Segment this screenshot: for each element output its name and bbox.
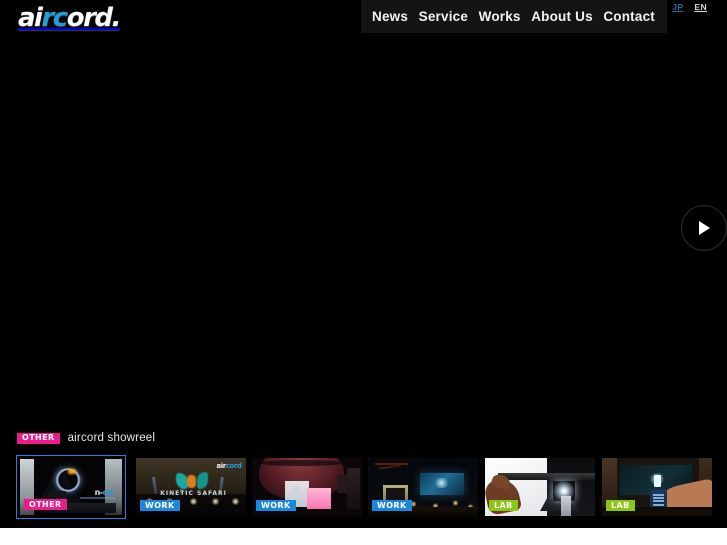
thumbnail-carousel[interactable]: n-od OTHER KINETIC SAFARI aircord WORK W… bbox=[0, 453, 727, 523]
site-logo[interactable]: aircord. bbox=[18, 3, 122, 33]
page-root: aircord. News Service Works About Us Con… bbox=[0, 0, 727, 545]
main-navigation: News Service Works About Us Contact bbox=[361, 0, 667, 33]
hero-video-frame bbox=[0, 33, 727, 425]
thumbnail-art-logo-2: aircord bbox=[216, 462, 242, 471]
current-item-caption: OTHER aircord showreel bbox=[0, 428, 727, 448]
thumbnail-item-1[interactable]: n-od OTHER bbox=[16, 455, 126, 519]
thumbnail-badge-3: WORK bbox=[256, 500, 296, 511]
site-stage: aircord. News Service Works About Us Con… bbox=[0, 0, 727, 528]
nav-item-about-us[interactable]: About Us bbox=[531, 9, 593, 24]
language-option-jp[interactable]: JP bbox=[672, 2, 683, 12]
caption-category-badge: OTHER bbox=[17, 432, 60, 444]
logo-part-2: rc bbox=[41, 3, 68, 33]
thumbnail-item-5[interactable]: LAB bbox=[485, 458, 595, 516]
hero-video-player[interactable] bbox=[0, 33, 727, 425]
thumbnail-item-3[interactable]: WORK bbox=[252, 458, 362, 516]
thumbnail-item-6[interactable]: LAB bbox=[602, 458, 712, 516]
thumbnail-art-caption-2: KINETIC SAFARI bbox=[160, 490, 227, 498]
thumbnail-art-caption-1: n-od bbox=[94, 488, 114, 498]
caption-title: aircord showreel bbox=[67, 432, 156, 444]
thumbnail-badge-1: OTHER bbox=[24, 499, 67, 510]
nav-item-service[interactable]: Service bbox=[419, 9, 468, 24]
logo-period: . bbox=[111, 3, 122, 33]
nav-item-contact[interactable]: Contact bbox=[603, 9, 655, 24]
next-slide-button[interactable] bbox=[681, 205, 727, 251]
thumbnail-item-2[interactable]: KINETIC SAFARI aircord WORK bbox=[136, 458, 246, 516]
thumbnail-badge-5: LAB bbox=[489, 500, 518, 511]
thumbnail-badge-4: WORK bbox=[372, 500, 412, 511]
play-arrow-icon bbox=[699, 221, 710, 235]
nav-item-works[interactable]: Works bbox=[479, 9, 521, 24]
thumbnail-item-4[interactable]: WORK bbox=[368, 458, 478, 516]
site-header: aircord. News Service Works About Us Con… bbox=[0, 0, 727, 40]
thumbnail-badge-2: WORK bbox=[140, 500, 180, 511]
nav-item-news[interactable]: News bbox=[372, 9, 408, 24]
logo-part-3: ord bbox=[66, 3, 113, 33]
language-switcher: JP EN bbox=[672, 2, 707, 12]
logo-wordmark: aircord. bbox=[18, 3, 122, 33]
thumbnail-badge-6: LAB bbox=[606, 500, 635, 511]
logo-part-1: ai bbox=[18, 3, 43, 33]
language-option-en[interactable]: EN bbox=[694, 2, 707, 12]
page-footer-band bbox=[0, 528, 727, 545]
